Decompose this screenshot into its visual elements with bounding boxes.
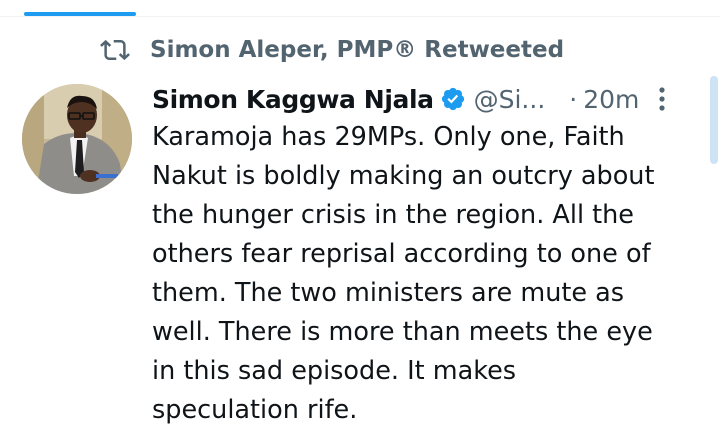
retweet-context[interactable]: Simon Aleper, PMP® Retweeted <box>100 30 564 70</box>
top-divider <box>0 16 720 17</box>
avatar-photo <box>22 84 132 194</box>
tweet-text: Karamoja has 29MPs. Only one, Faith Naku… <box>152 122 655 425</box>
avatar[interactable] <box>22 84 132 194</box>
retweet-icon <box>100 39 130 61</box>
retweet-label[interactable]: Simon Aleper, PMP® Retweeted <box>150 37 564 63</box>
verified-badge-icon <box>441 87 464 111</box>
scrollbar[interactable] <box>710 76 718 164</box>
more-vertical-icon[interactable] <box>655 84 669 114</box>
separator-dot: · <box>569 84 578 114</box>
author-handle[interactable]: @Si... <box>474 85 546 114</box>
author-name[interactable]: Simon Kaggwa Njala <box>152 85 434 114</box>
tweet-frame: Simon Aleper, PMP® Retweeted Simon Kaggw… <box>0 0 720 444</box>
tweet-header: Simon Kaggwa Njala @Si... · 20m <box>152 78 702 120</box>
timestamp[interactable]: 20m <box>583 85 639 114</box>
